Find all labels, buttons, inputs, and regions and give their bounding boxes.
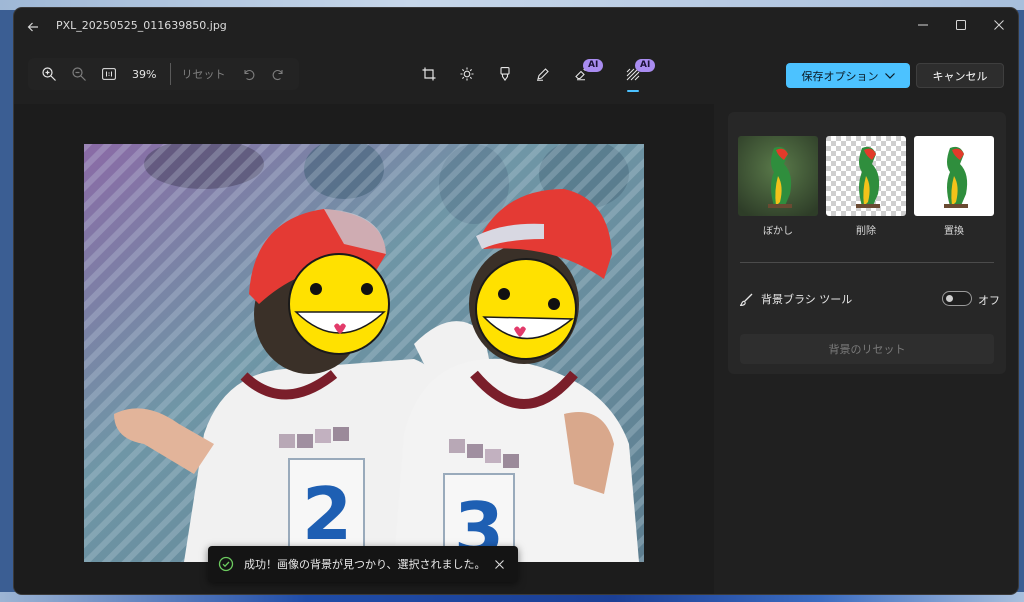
close-icon	[494, 559, 504, 569]
redo-button[interactable]	[263, 59, 293, 89]
title-bar: PXL_20250525_011639850.jpg	[14, 8, 1018, 46]
background-brush-row: 背景ブラシ ツール オフ	[740, 288, 1002, 310]
redo-icon	[272, 69, 283, 80]
maximize-button[interactable]	[942, 8, 980, 42]
crop-tool-button[interactable]	[410, 58, 448, 90]
edited-photo[interactable]: 2 3	[84, 144, 644, 562]
toolbar-divider	[170, 63, 172, 85]
background-brush-toggle[interactable]	[942, 291, 972, 306]
save-options-label: 保存オプション	[801, 69, 879, 83]
filter-tool-button[interactable]	[486, 58, 524, 90]
adjust-tool-button[interactable]	[448, 58, 486, 90]
actual-size-button[interactable]	[94, 59, 124, 89]
background-options-panel: ぼかし 削除 置換 背景ブラシ ツール オフ 背景のリセット	[728, 112, 1006, 374]
minimize-button[interactable]	[904, 8, 942, 42]
toast-close-button[interactable]	[488, 553, 510, 575]
remove-option[interactable]: 削除	[826, 136, 906, 237]
toggle-knob	[946, 295, 953, 302]
photos-editor-window: PXL_20250525_011639850.jpg 39% リセット AI A…	[14, 8, 1018, 594]
crop-icon	[422, 67, 436, 81]
blur-option-label: ぼかし	[763, 226, 793, 237]
zoom-in-button[interactable]	[34, 59, 64, 89]
maximize-icon	[956, 20, 966, 30]
image-canvas[interactable]: 2 3	[14, 104, 714, 594]
back-button[interactable]	[22, 16, 44, 38]
cancel-button[interactable]: キャンセル	[916, 63, 1004, 88]
undo-icon	[244, 69, 255, 80]
reset-button[interactable]: リセット	[181, 66, 225, 82]
blur-option[interactable]: ぼかし	[738, 136, 818, 237]
brush-icon	[740, 293, 753, 306]
close-button[interactable]	[980, 8, 1018, 42]
active-tool-indicator	[627, 90, 639, 92]
background-mode-options: ぼかし 削除 置換	[738, 136, 994, 237]
remove-option-label: 削除	[856, 226, 876, 237]
zoom-out-button[interactable]	[64, 59, 94, 89]
save-options-button[interactable]: 保存オプション	[786, 63, 910, 88]
pen-icon	[537, 68, 549, 81]
actual-size-icon	[102, 68, 116, 80]
undo-button[interactable]	[233, 59, 263, 89]
toast-message: 成功！画像の背景が見つかり、選択されました。	[244, 558, 486, 571]
arrow-left-icon	[27, 22, 38, 32]
erase-tool-button[interactable]: AI	[562, 58, 604, 90]
ai-badge: AI	[583, 59, 604, 72]
markup-tool-button[interactable]	[524, 58, 562, 90]
replace-option[interactable]: 置換	[914, 136, 994, 237]
zoom-level[interactable]: 39%	[132, 68, 156, 81]
check-circle-icon	[218, 556, 234, 572]
background-tool-button[interactable]: AI	[614, 58, 656, 92]
svg-text:2: 2	[302, 472, 352, 556]
success-toast: 成功！画像の背景が見つかり、選択されました。	[208, 546, 518, 582]
window-title: PXL_20250525_011639850.jpg	[56, 19, 227, 32]
blur-option-thumbnail	[738, 136, 818, 216]
brightness-icon	[460, 67, 474, 81]
reset-background-button[interactable]: 背景のリセット	[740, 334, 994, 364]
marker-icon	[500, 67, 510, 81]
chevron-down-icon	[884, 72, 895, 79]
edit-tools: AI AI	[410, 58, 656, 92]
toggle-state-label: オフ	[978, 294, 1000, 307]
zoom-controls: 39% リセット	[28, 58, 300, 90]
photo-image: 2 3	[84, 144, 644, 562]
replace-option-label: 置換	[944, 226, 964, 237]
minimize-icon	[918, 24, 928, 26]
panel-divider	[740, 262, 994, 263]
remove-option-thumbnail	[826, 136, 906, 216]
background-brush-label: 背景ブラシ ツール	[761, 293, 853, 306]
window-controls	[904, 8, 1018, 42]
replace-option-thumbnail	[914, 136, 994, 216]
zoom-in-icon	[42, 67, 56, 81]
ai-badge: AI	[635, 59, 656, 72]
zoom-out-icon	[72, 67, 86, 81]
close-icon	[994, 20, 1004, 30]
